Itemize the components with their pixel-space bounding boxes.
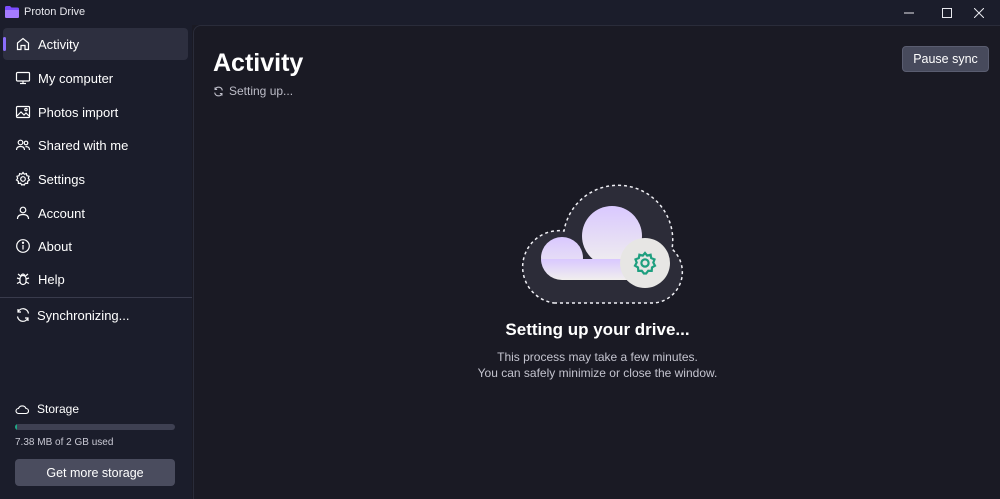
storage-label: Storage (37, 402, 80, 416)
close-button[interactable] (956, 0, 1000, 25)
sidebar-item-shared-with-me[interactable]: Shared with me (3, 129, 188, 161)
gear-icon (15, 171, 31, 186)
sidebar-item-settings[interactable]: Settings (3, 163, 188, 195)
cloud-icon (15, 405, 29, 415)
bug-icon (16, 273, 30, 286)
setup-description-line: You can safely minimize or close the win… (477, 366, 718, 380)
home-icon (16, 37, 30, 51)
app-title: Proton Drive (24, 6, 86, 18)
sidebar-item-photos-import[interactable]: Photos import (3, 96, 188, 128)
sync-status[interactable]: Synchronizing... (3, 301, 188, 329)
setup-heading: Setting up your drive... (505, 320, 690, 339)
sidebar-item-label: Shared with me (38, 138, 129, 153)
sidebar-item-label: Account (38, 206, 85, 221)
sidebar-item-my-computer[interactable]: My computer (3, 62, 188, 94)
setup-status: Setting up... (213, 83, 293, 99)
monitor-icon (15, 71, 31, 85)
sync-icon (214, 86, 223, 96)
sidebar-item-label: Photos import (38, 105, 119, 120)
sidebar-item-label: Help (38, 272, 65, 287)
proton-drive-logo (5, 6, 19, 18)
main-panel: Activity Setting up... Pause sync Settin… (193, 25, 1000, 499)
sidebar-item-label: Settings (38, 172, 85, 187)
sidebar-item-label: Activity (38, 37, 80, 52)
storage-progress-bar (15, 424, 175, 430)
sidebar-item-label: About (38, 239, 72, 254)
sidebar-item-help[interactable]: Help (3, 263, 188, 295)
minimize-icon (904, 12, 914, 13)
sync-icon (16, 308, 30, 322)
image-icon (15, 105, 31, 119)
close-icon (974, 7, 984, 18)
sidebar-item-about[interactable]: About (3, 230, 188, 262)
sync-status-label: Synchronizing... (37, 308, 130, 323)
cloud-setup-illustration (521, 184, 684, 304)
sidebar-divider (0, 297, 192, 298)
storage-progress-fill (15, 424, 17, 430)
title-bar: Proton Drive (0, 0, 1000, 25)
sidebar-item-activity[interactable]: Activity (3, 28, 188, 60)
info-icon (16, 239, 30, 253)
setup-description-line: This process may take a few minutes. (497, 350, 698, 364)
users-icon (15, 139, 31, 151)
sidebar-item-account[interactable]: Account (3, 197, 188, 229)
storage-usage-text: 7.38 MB of 2 GB used (15, 437, 114, 448)
sidebar-item-label: My computer (38, 71, 114, 86)
pause-sync-button[interactable]: Pause sync (902, 46, 989, 72)
user-icon (16, 206, 30, 220)
get-more-storage-button[interactable]: Get more storage (15, 459, 175, 486)
status-text: Setting up... (229, 84, 294, 98)
page-title: Activity (213, 49, 304, 77)
maximize-icon (942, 7, 952, 18)
